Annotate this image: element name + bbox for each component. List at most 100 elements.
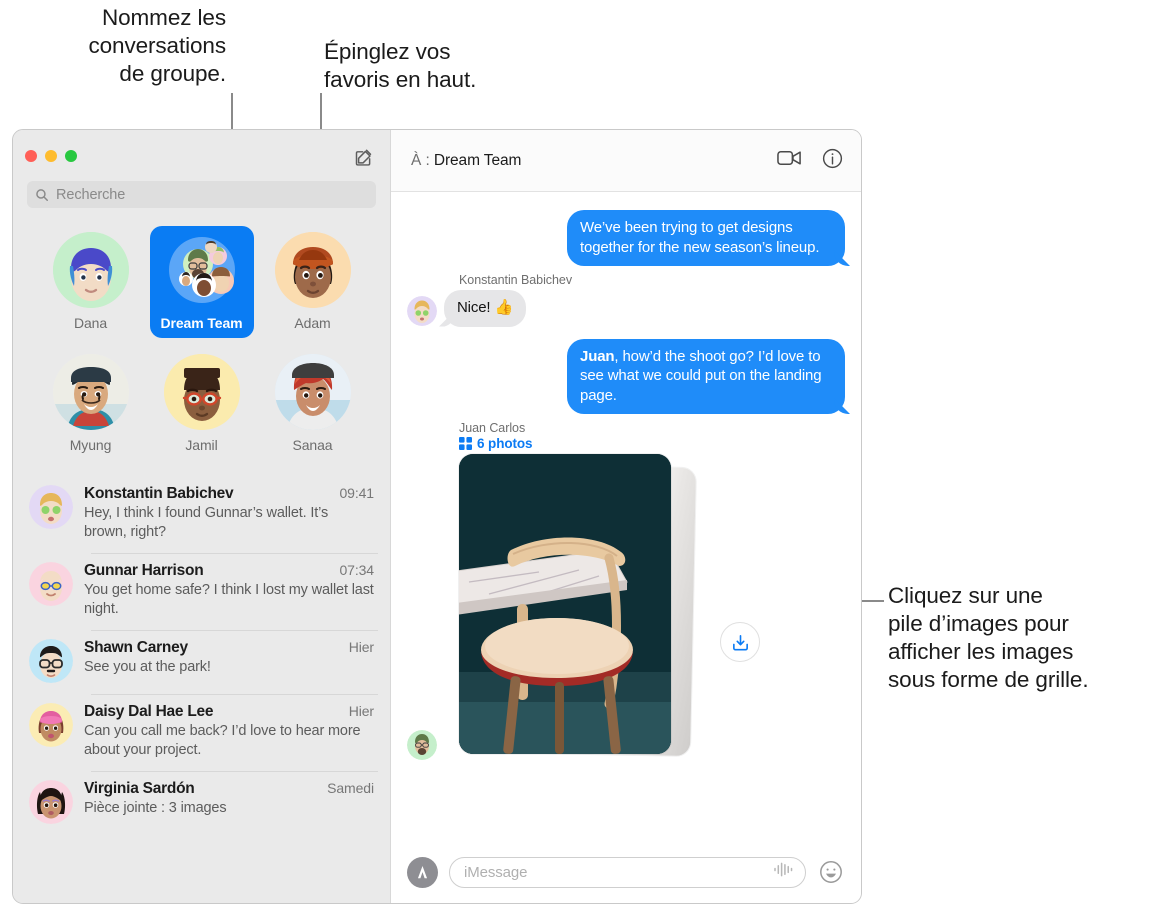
pinned-label: Adam — [294, 315, 331, 331]
avatar — [29, 703, 73, 747]
mentioned-name: Juan — [580, 347, 615, 365]
conversation-row-shawn-carney[interactable]: Shawn Carney Hier See you at the park! — [13, 630, 390, 694]
message-bubble[interactable]: Juan, how’d the shoot go? I’d love to se… — [567, 338, 845, 414]
conversation-preview: Pièce jointe : 3 images — [84, 800, 227, 816]
pinned-label: Dream Team — [160, 315, 243, 331]
header-actions — [777, 148, 843, 174]
photos-count-label: 6 photos — [477, 436, 533, 451]
conversation-text: Virginia Sardón Samedi Pièce jointe : 3 … — [84, 780, 374, 824]
conversation-row-virginia-sardon[interactable]: Virginia Sardón Samedi Pièce jointe : 3 … — [13, 771, 390, 835]
chat-recipient[interactable]: À : Dream Team — [411, 152, 777, 170]
window-titlebar — [13, 130, 390, 181]
pinned-label: Jamil — [185, 437, 218, 453]
video-camera-icon[interactable] — [777, 149, 802, 172]
avatar — [29, 485, 73, 529]
conversation-name: Gunnar Harrison — [84, 562, 204, 579]
photo-stack-row — [407, 454, 845, 764]
avatar — [29, 780, 73, 824]
conversation-text: Daisy Dal Hae Lee Hier Can you call me b… — [84, 703, 374, 760]
sidebar: Recherche Dana Dream Team Adam Myung Jam… — [13, 130, 391, 903]
avatar — [163, 354, 240, 430]
pinned-conversation-dana[interactable]: Dana — [39, 226, 143, 338]
conversation-row-daisy-dal-hae-lee[interactable]: Daisy Dal Hae Lee Hier Can you call me b… — [13, 694, 390, 771]
to-prefix-label: À : — [411, 151, 430, 169]
appstore-icon[interactable] — [407, 856, 438, 888]
close-window-button[interactable] — [25, 149, 37, 162]
conversation-preview: Hey, I think I found Gunnar’s wallet. It… — [84, 505, 329, 540]
imessage-placeholder-text: iMessage — [464, 863, 528, 881]
conversation-row-konstantin-babichev[interactable]: Konstantin Babichev 09:41 Hey, I think I… — [13, 476, 390, 553]
pinned-label: Sanaa — [292, 437, 333, 453]
pinned-conversation-jamil[interactable]: Jamil — [150, 348, 254, 460]
pinned-conversation-myung[interactable]: Myung — [39, 348, 143, 460]
conversation-preview: See you at the park! — [84, 659, 211, 675]
emoji-smiley-icon[interactable] — [817, 860, 845, 884]
search-icon — [36, 188, 48, 201]
avatar — [29, 639, 73, 683]
compose-icon[interactable] — [350, 144, 376, 170]
conversation-time: 07:34 — [339, 562, 374, 578]
pinned-conversations-grid: Dana Dream Team Adam Myung Jamil Sanaa — [13, 208, 390, 470]
image-stack[interactable] — [459, 454, 696, 764]
chat-header: À : Dream Team — [391, 130, 861, 192]
message-bubble[interactable]: Nice! 👍 — [444, 290, 526, 327]
conversation-name: Daisy Dal Hae Lee — [84, 703, 214, 720]
search-placeholder-text: Recherche — [56, 186, 126, 203]
stacked-photo-front[interactable] — [459, 454, 671, 754]
photos-count-link[interactable]: 6 photos — [459, 436, 845, 451]
conversation-text: Gunnar Harrison 07:34 You get home safe?… — [84, 562, 374, 619]
conversation-time: Hier — [348, 703, 374, 719]
recipient-name: Dream Team — [433, 151, 522, 169]
conversation-time: 09:41 — [339, 485, 374, 501]
conversation-preview: Can you call me back? I’d love to hear m… — [84, 723, 361, 758]
search-container: Recherche — [13, 181, 390, 208]
conversation-time: Samedi — [327, 780, 374, 796]
message-row-outgoing: Juan, how’d the shoot go? I’d love to se… — [407, 338, 845, 414]
avatar — [52, 354, 129, 430]
pinned-conversation-adam[interactable]: Adam — [261, 226, 365, 338]
minimize-window-button[interactable] — [45, 149, 57, 162]
conversation-time: Hier — [348, 639, 374, 655]
messages-app-window: Recherche Dana Dream Team Adam Myung Jam… — [12, 129, 862, 904]
chat-pane: À : Dream Team We’ve been trying to get … — [391, 130, 861, 903]
conversation-text: Konstantin Babichev 09:41 Hey, I think I… — [84, 485, 374, 542]
conversation-name: Shawn Carney — [84, 639, 188, 656]
attachment-sender-name: Juan Carlos — [459, 421, 526, 435]
message-thread: We’ve been trying to get designs togethe… — [391, 192, 861, 843]
group-avatar — [164, 232, 240, 308]
conversation-name: Virginia Sardón — [84, 780, 195, 797]
avatar — [274, 354, 351, 430]
conversation-name: Konstantin Babichev — [84, 485, 234, 502]
traffic-light-group — [25, 149, 77, 162]
avatar — [52, 232, 129, 308]
message-bubble[interactable]: We’ve been trying to get designs togethe… — [567, 210, 845, 266]
conversation-preview: You get home safe? I think I lost my wal… — [84, 582, 374, 617]
pinned-label: Myung — [69, 437, 112, 453]
compose-bar: iMessage — [391, 843, 861, 903]
avatar — [29, 562, 73, 606]
audio-waveform-icon[interactable] — [773, 861, 794, 883]
avatar — [407, 730, 437, 760]
info-circle-icon[interactable] — [822, 148, 843, 174]
maximize-window-button[interactable] — [65, 149, 77, 162]
message-text: , how’d the shoot go? I’d love to see wh… — [580, 347, 822, 404]
pinned-conversation-dream-team[interactable]: Dream Team — [149, 226, 254, 338]
avatar — [274, 232, 351, 308]
message-row-outgoing: We’ve been trying to get designs togethe… — [407, 210, 845, 266]
grid-icon — [459, 437, 472, 450]
avatar — [407, 295, 437, 326]
pinned-conversation-sanaa[interactable]: Sanaa — [261, 348, 365, 460]
callout-pin-favorites: Épinglez vos favoris en haut. — [324, 39, 477, 92]
photo-attachment-block: Juan Carlos 6 photos — [407, 421, 845, 764]
message-sender-name: Konstantin Babichev — [459, 273, 573, 287]
callout-click-image-stack: Cliquez sur une pile d’images pour affic… — [888, 583, 1089, 692]
conversation-list: Konstantin Babichev 09:41 Hey, I think I… — [13, 470, 390, 903]
callout-name-group-conversations: Nommez les conversations de groupe. — [88, 5, 226, 86]
imessage-input[interactable]: iMessage — [449, 856, 806, 888]
download-icon[interactable] — [720, 622, 760, 662]
search-input[interactable]: Recherche — [27, 181, 376, 208]
conversation-text: Shawn Carney Hier See you at the park! — [84, 639, 374, 683]
conversation-row-gunnar-harrison[interactable]: Gunnar Harrison 07:34 You get home safe?… — [13, 553, 390, 630]
message-row-incoming: Nice! 👍 — [407, 290, 845, 327]
pinned-label: Dana — [73, 315, 108, 331]
